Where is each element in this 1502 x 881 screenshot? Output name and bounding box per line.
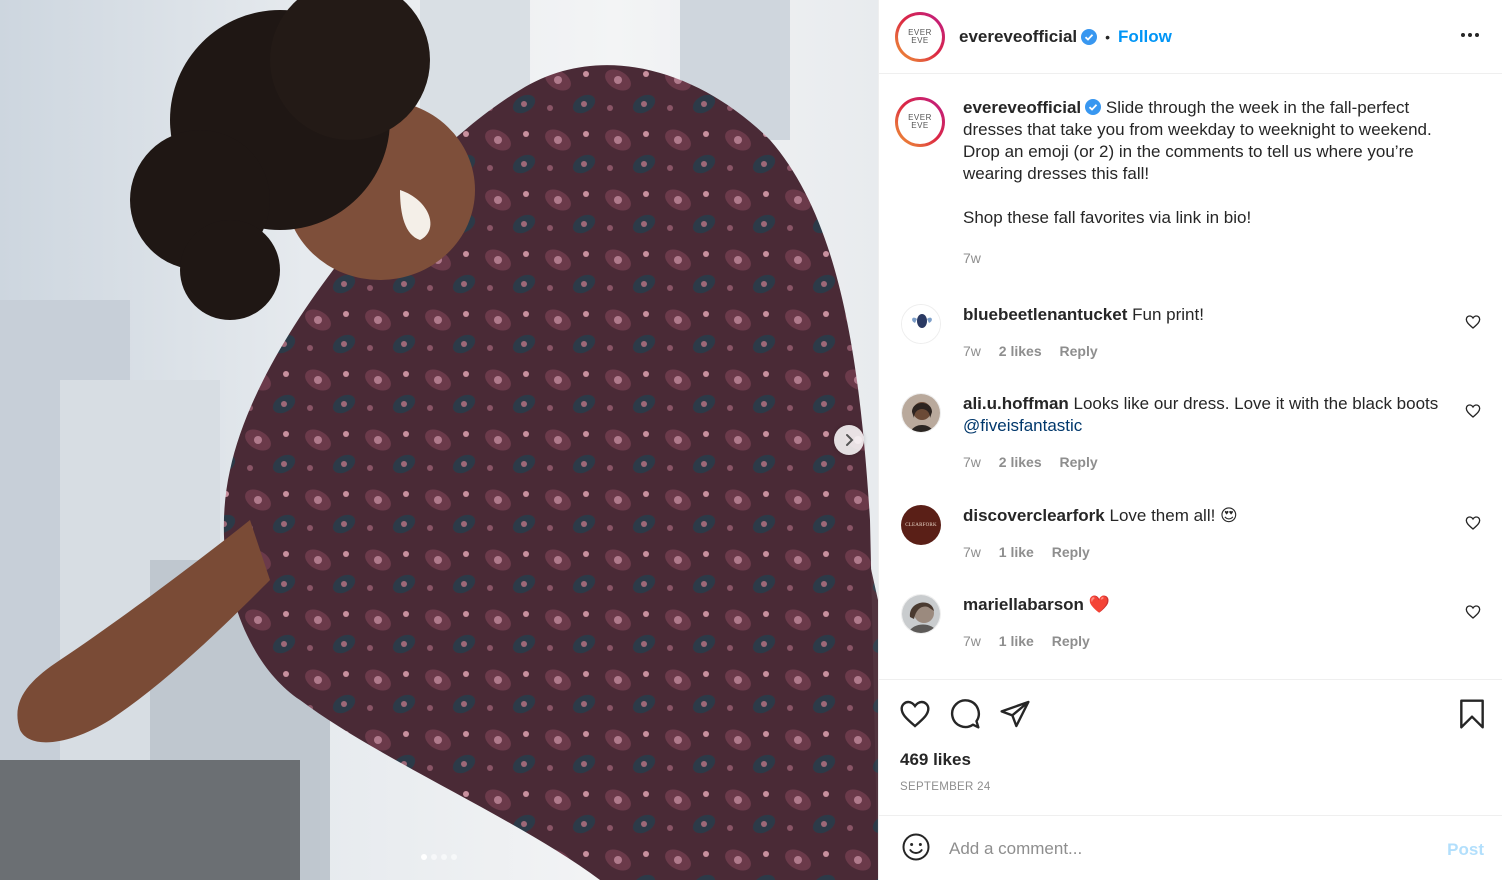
comment-text: Fun print! (1132, 305, 1204, 324)
save-button[interactable] (1456, 698, 1488, 733)
post-actions: 469 likes SEPTEMBER 24 (879, 679, 1502, 816)
comment-like-button[interactable] (1465, 604, 1481, 623)
comment-likes[interactable]: 2 likes (999, 343, 1042, 359)
share-button[interactable] (999, 698, 1031, 733)
avatar[interactable]: EVER EVE (895, 11, 945, 62)
carousel-dot[interactable] (441, 854, 447, 860)
separator-dot: • (1105, 28, 1111, 45)
comment-time[interactable]: 7w (963, 544, 981, 560)
post-date[interactable]: SEPTEMBER 24 (900, 781, 991, 793)
heart-outline-icon (1465, 605, 1481, 619)
comment-username[interactable]: discoverclearfork (963, 506, 1105, 525)
comment-like-button[interactable] (1465, 403, 1481, 422)
reply-button[interactable]: Reply (1060, 343, 1098, 359)
chevron-right-icon (846, 434, 854, 446)
emoji-button[interactable] (901, 832, 931, 865)
smiley-icon (902, 833, 930, 861)
reply-button[interactable]: Reply (1052, 633, 1090, 649)
add-comment-bar: Post (879, 815, 1502, 881)
likes-count[interactable]: 469 likes (900, 750, 971, 770)
comment-item: CLEARFORK discoverclearfork Love them al… (901, 505, 1481, 563)
verified-badge-icon (1081, 28, 1098, 45)
avatar[interactable]: EVER EVE (895, 97, 945, 147)
comment-item: mariellabarson ❤️ 7w 1 like Reply (901, 594, 1481, 652)
carousel-dot[interactable] (431, 854, 437, 860)
instagram-post: EVER EVE evereveofficial • Follow EVER E… (0, 0, 1502, 880)
avatar-logo-text: CLEARFORK (905, 522, 937, 528)
comment-username[interactable]: bluebeetlenantucket (963, 305, 1127, 324)
post-photo[interactable] (0, 0, 878, 880)
comment-item: bluebeetlenantucket Fun print! 7w 2 like… (901, 304, 1481, 362)
paper-plane-icon (1000, 700, 1030, 728)
follow-button[interactable]: Follow (1118, 27, 1172, 47)
post-side-panel: EVER EVE evereveofficial • Follow EVER E… (878, 0, 1502, 880)
carousel-dot[interactable] (451, 854, 457, 860)
post-header: EVER EVE evereveofficial • Follow (879, 0, 1502, 74)
verified-badge-icon (1085, 99, 1102, 115)
comment-text: Looks like our dress. Love it with the b… (1073, 394, 1439, 413)
heart-outline-icon (1465, 404, 1481, 418)
comment-item: ali.u.hoffman Looks like our dress. Love… (901, 393, 1481, 473)
avatar[interactable]: CLEARFORK (901, 505, 941, 545)
comment-text: ❤️ (1088, 595, 1110, 614)
comment-likes[interactable]: 1 like (999, 633, 1034, 649)
avatar[interactable] (901, 594, 941, 634)
avatar[interactable] (901, 393, 941, 433)
comment-likes[interactable]: 2 likes (999, 454, 1042, 470)
more-options-icon (1461, 33, 1479, 37)
comment-bubble-icon (951, 699, 980, 729)
comment-username[interactable]: ali.u.hoffman (963, 394, 1069, 413)
reply-button[interactable]: Reply (1052, 544, 1090, 560)
comment-time[interactable]: 7w (963, 633, 981, 649)
heart-outline-icon (1465, 315, 1481, 329)
bookmark-icon (1460, 699, 1484, 729)
carousel-dots (0, 854, 878, 860)
comment-input[interactable] (947, 837, 1421, 860)
caption-text-2: Shop these fall favorites via link in bi… (963, 208, 1252, 227)
caption-time[interactable]: 7w (963, 247, 1463, 269)
avatar[interactable] (901, 304, 941, 344)
header-username[interactable]: evereveofficial (959, 27, 1077, 47)
comments-feed[interactable]: EVER EVE evereveofficial Slide through t… (879, 75, 1502, 678)
comment-likes[interactable]: 1 like (999, 544, 1034, 560)
comment-mention-link[interactable]: @fiveisfantastic (963, 416, 1082, 435)
heart-outline-icon (900, 700, 930, 728)
carousel-next-button[interactable] (834, 425, 864, 455)
photo-illustration (0, 0, 878, 880)
avatar-logo-text: EVE (911, 35, 929, 45)
reply-button[interactable]: Reply (1060, 454, 1098, 470)
carousel-dot[interactable] (421, 854, 427, 860)
comment-time[interactable]: 7w (963, 454, 981, 470)
like-button[interactable] (899, 698, 931, 733)
more-options-button[interactable] (1460, 25, 1480, 48)
comment-time[interactable]: 7w (963, 343, 981, 359)
comment-like-button[interactable] (1465, 314, 1481, 333)
comment-like-button[interactable] (1465, 515, 1481, 534)
heart-outline-icon (1465, 516, 1481, 530)
comment-button[interactable] (949, 698, 981, 733)
comment-username[interactable]: mariellabarson (963, 595, 1084, 614)
comment-text: Love them all! 😍 (1109, 506, 1238, 525)
post-comment-button[interactable]: Post (1447, 840, 1484, 860)
avatar-logo-text: EVE (911, 121, 929, 130)
caption-username[interactable]: evereveofficial (963, 98, 1081, 117)
post-caption: EVER EVE evereveofficial Slide through t… (895, 97, 1463, 269)
